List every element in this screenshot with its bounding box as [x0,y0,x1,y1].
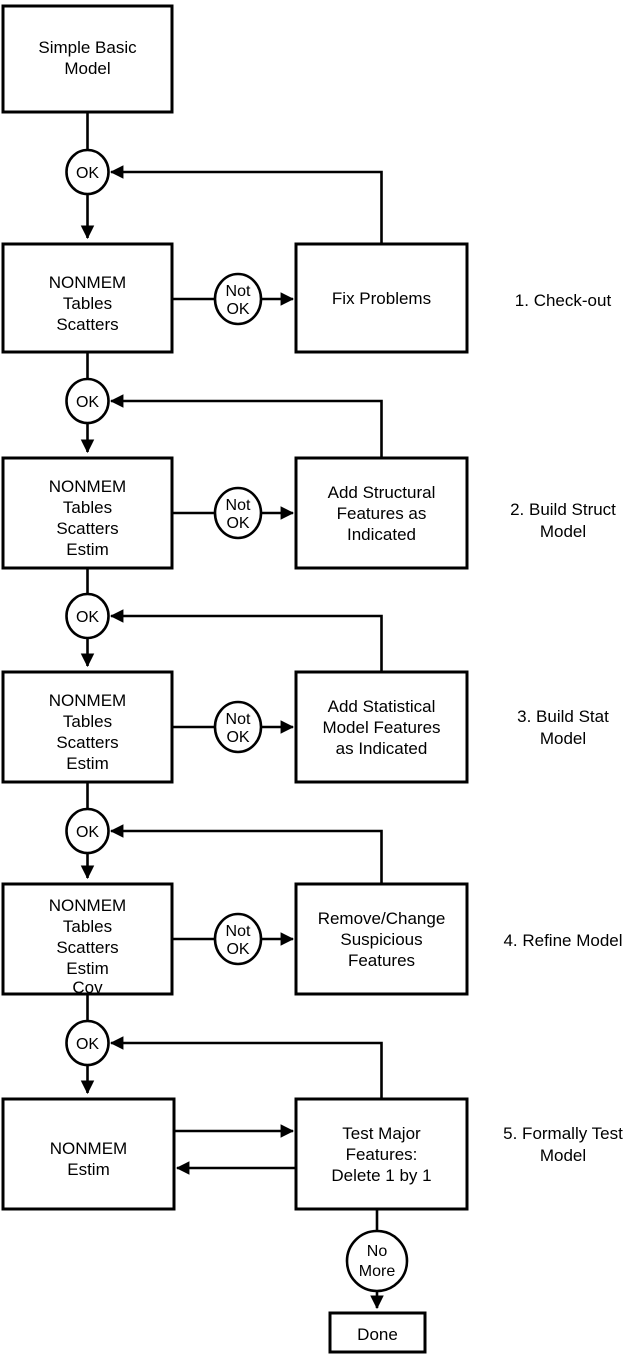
stage-4-left-line-0: NONMEM [49,896,126,915]
stage-5-label-line-0: 5. Formally Test [503,1124,623,1143]
stage-2-branch-gate-label-0: Not [226,497,251,514]
stage-5-right-line-1: Features: [346,1145,418,1164]
stage-3-left-line-2: Scatters [56,733,118,752]
start-box[interactable]: Simple Basic Model [1,4,174,114]
stage-2-entry-gate[interactable]: OK [65,377,110,425]
stage-4-label-line-0: 4. Refine Model [503,931,622,950]
stage-3-left-line-3: Estim [66,754,109,773]
stage-2-right-box[interactable]: Add Structural Features as Indicated [294,456,469,570]
stage-1-label: 1. Check-out [515,291,612,310]
stage-4-left-line-3: Estim [66,959,109,978]
stage-2-branch-gate[interactable]: Not OK [213,486,263,540]
stage-5-label-line-1: Model [540,1146,586,1165]
stage-5-exit-gate[interactable]: No More [345,1229,409,1293]
stage-4-entry-gate-label-0: OK [76,824,99,841]
stage-2-left-box[interactable]: NONMEM Tables Scatters Estim [1,456,174,570]
stage-5-right-line-0: Test Major [342,1124,421,1143]
stage-4-right-line-1: Suspicious [340,930,422,949]
feedback-connector-stage-5 [109,1036,383,1099]
stage-4-left-box[interactable]: NONMEM Tables Scatters Estim Cov [1,882,174,997]
stage-3-label-line-1: Model [540,729,586,748]
stage-3-left-line-0: NONMEM [49,691,126,710]
stage-3-branch-gate[interactable]: Not OK [213,700,263,754]
stage-2-label-line-0: 2. Build Struct [510,500,616,519]
stage-5-left-line-1: Estim [67,1160,110,1179]
stage-4-right-line-2: Features [348,951,415,970]
stage-1-left-line-0: NONMEM [49,273,126,292]
stage-3-label-line-0: 3. Build Stat [517,707,609,726]
stage-3-label: 3. Build Stat Model [517,707,609,748]
stage-4-entry-gate[interactable]: OK [65,807,110,855]
stage-3-left-line-1: Tables [63,712,112,731]
stage-4-right-line-0: Remove/Change [318,909,446,928]
stage-5-entry-gate[interactable]: OK [65,1019,110,1067]
stage-2-left-line-1: Tables [63,498,112,517]
stage-1-right-line-0: Fix Problems [332,289,431,308]
stage-2-branch-gate-label-1: OK [226,515,249,532]
stage-1-left-box[interactable]: NONMEM Tables Scatters [1,242,174,354]
stage-1-branch-gate-label-0: Not [226,283,251,300]
stage-2-label-line-1: Model [540,522,586,541]
stage-3-left-box[interactable]: NONMEM Tables Scatters Estim [1,670,174,784]
stage-1-branch-gate[interactable]: Not OK [213,272,263,326]
stage-1-entry-gate-label-0: OK [76,165,99,182]
stage-5-right-line-2: Delete 1 by 1 [331,1166,431,1185]
stage-5-left-box[interactable]: NONMEM Estim [1,1097,176,1211]
flowchart-diagram: Simple Basic Model OK NONMEM Tables Scat… [0,0,630,1355]
feedback-connector-stage-2 [109,394,383,458]
stage-4-branch-gate-label-0: Not [226,923,251,940]
stage-2-right-line-1: Features as [337,504,427,523]
stage-3-branch-gate-label-1: OK [226,729,249,746]
stage-5-right-box[interactable]: Test Major Features: Delete 1 by 1 [294,1097,469,1211]
stage-4-branch-gate[interactable]: Not OK [213,912,263,966]
stage-3-right-line-2: as Indicated [336,739,428,758]
stage-5-entry-gate-label-0: OK [76,1036,99,1053]
stage-5-left-line-0: NONMEM [50,1139,127,1158]
flowchart-canvas: Simple Basic Model OK NONMEM Tables Scat… [1,4,623,1354]
done-box-label: Done [357,1325,398,1344]
stage-3-right-line-1: Model Features [322,718,440,737]
stage-5-exit-gate-label-0: No [367,1243,388,1260]
done-box[interactable]: Done [328,1311,427,1354]
stage-5-exit-gate-label-1: More [359,1263,396,1280]
stage-4-branch-gate-label-1: OK [226,941,249,958]
stage-2-left-line-0: NONMEM [49,477,126,496]
stage-2-left-line-2: Scatters [56,519,118,538]
stage-5-label: 5. Formally Test Model [503,1124,623,1165]
stage-4-label: 4. Refine Model [503,931,622,950]
stage-1-left-line-2: Scatters [56,315,118,334]
stage-3-right-box[interactable]: Add Statistical Model Features as Indica… [294,670,469,784]
stage-4-left-line-1: Tables [63,917,112,936]
stage-1-right-box[interactable]: Fix Problems [294,242,469,354]
stage-2-right-line-2: Indicated [347,525,416,544]
stage-4-right-box[interactable]: Remove/Change Suspicious Features [294,882,469,996]
start-box-line-1: Model [64,59,110,78]
stage-3-entry-gate[interactable]: OK [65,592,110,640]
feedback-connector-stage-3 [109,609,383,672]
stage-3-entry-gate-label-0: OK [76,609,99,626]
stage-2-right-line-0: Add Structural [328,483,436,502]
stage-1-branch-gate-label-1: OK [226,301,249,318]
stage-4-left-line-2: Scatters [56,938,118,957]
feedback-connector-stage-1 [109,165,383,244]
stage-1-left-line-1: Tables [63,294,112,313]
stage-1-label-line-0: 1. Check-out [515,291,612,310]
stage-1-entry-gate[interactable]: OK [65,148,110,196]
start-box-line-0: Simple Basic [38,38,137,57]
stage-3-right-line-0: Add Statistical [328,697,436,716]
stage-2-left-line-3: Estim [66,540,109,559]
stage-2-label: 2. Build Struct Model [510,500,616,541]
stage-2-entry-gate-label-0: OK [76,394,99,411]
feedback-connector-stage-4 [109,824,383,884]
stage-3-branch-gate-label-0: Not [226,711,251,728]
